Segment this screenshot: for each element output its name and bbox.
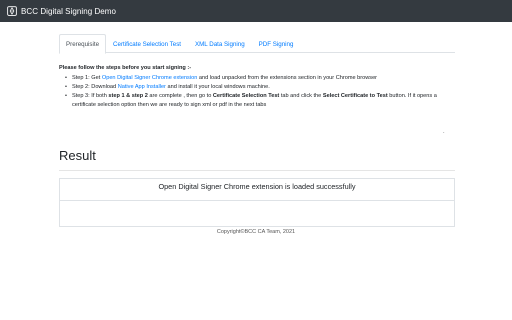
- tab-prerequisite[interactable]: Prerequisite: [59, 34, 107, 54]
- result-message: Open Digital Signer Chrome extension is …: [60, 179, 454, 201]
- step-2-suffix: and install it your local windows machin…: [165, 84, 270, 90]
- result-heading: Result: [59, 148, 96, 163]
- step-3-text-c: are complete , then go to: [147, 93, 213, 99]
- step-3-bold-tab: Certificate Selection Test: [212, 93, 280, 99]
- result-detail: [60, 201, 454, 226]
- top-navbar: BCC Digital Signing Demo: [0, 0, 512, 22]
- step-2: Step 2: Download Native App Installer an…: [65, 83, 459, 92]
- native-app-installer-link[interactable]: Native App Installer: [118, 84, 166, 90]
- app-title[interactable]: BCC Digital Signing Demo: [21, 7, 116, 16]
- tab-bar: Prerequisite Certificate Selection Test …: [59, 34, 455, 54]
- pen-nib-icon: [7, 6, 17, 16]
- stray-mark: ·: [443, 130, 445, 136]
- step-3-text-e: tab and click the: [279, 93, 323, 99]
- step-1-suffix: and load unpacked from the extensions se…: [197, 75, 378, 81]
- step-3-text-a: Step 3: If both: [72, 93, 109, 99]
- chrome-extension-link[interactable]: Open Digital Signer Chrome extension: [102, 75, 197, 81]
- step-1-prefix: Step 1: Get: [72, 75, 102, 81]
- instructions-panel: Please follow the steps before you start…: [59, 64, 459, 110]
- tab-xml-data-signing[interactable]: XML Data Signing: [188, 34, 252, 53]
- instructions-intro: Please follow the steps before you start…: [59, 65, 192, 71]
- step-1: Step 1: Get Open Digital Signer Chrome e…: [65, 74, 459, 83]
- result-box: Open Digital Signer Chrome extension is …: [59, 178, 455, 227]
- step-3-bold-steps: step 1 & step 2: [108, 93, 148, 99]
- step-2-prefix: Step 2: Download: [72, 84, 118, 90]
- step-3-bold-button: Select Certificate to Test: [322, 93, 388, 99]
- tab-pdf-signing[interactable]: PDF Signing: [252, 34, 301, 53]
- tab-certificate-selection-test[interactable]: Certificate Selection Test: [106, 34, 188, 53]
- footer-copyright: Copyright©BCC CA Team, 2021: [216, 229, 296, 235]
- result-divider: [59, 170, 455, 171]
- step-3: Step 3: If both step 1 & step 2 are comp…: [65, 92, 459, 110]
- steps-list: Step 1: Get Open Digital Signer Chrome e…: [59, 74, 459, 110]
